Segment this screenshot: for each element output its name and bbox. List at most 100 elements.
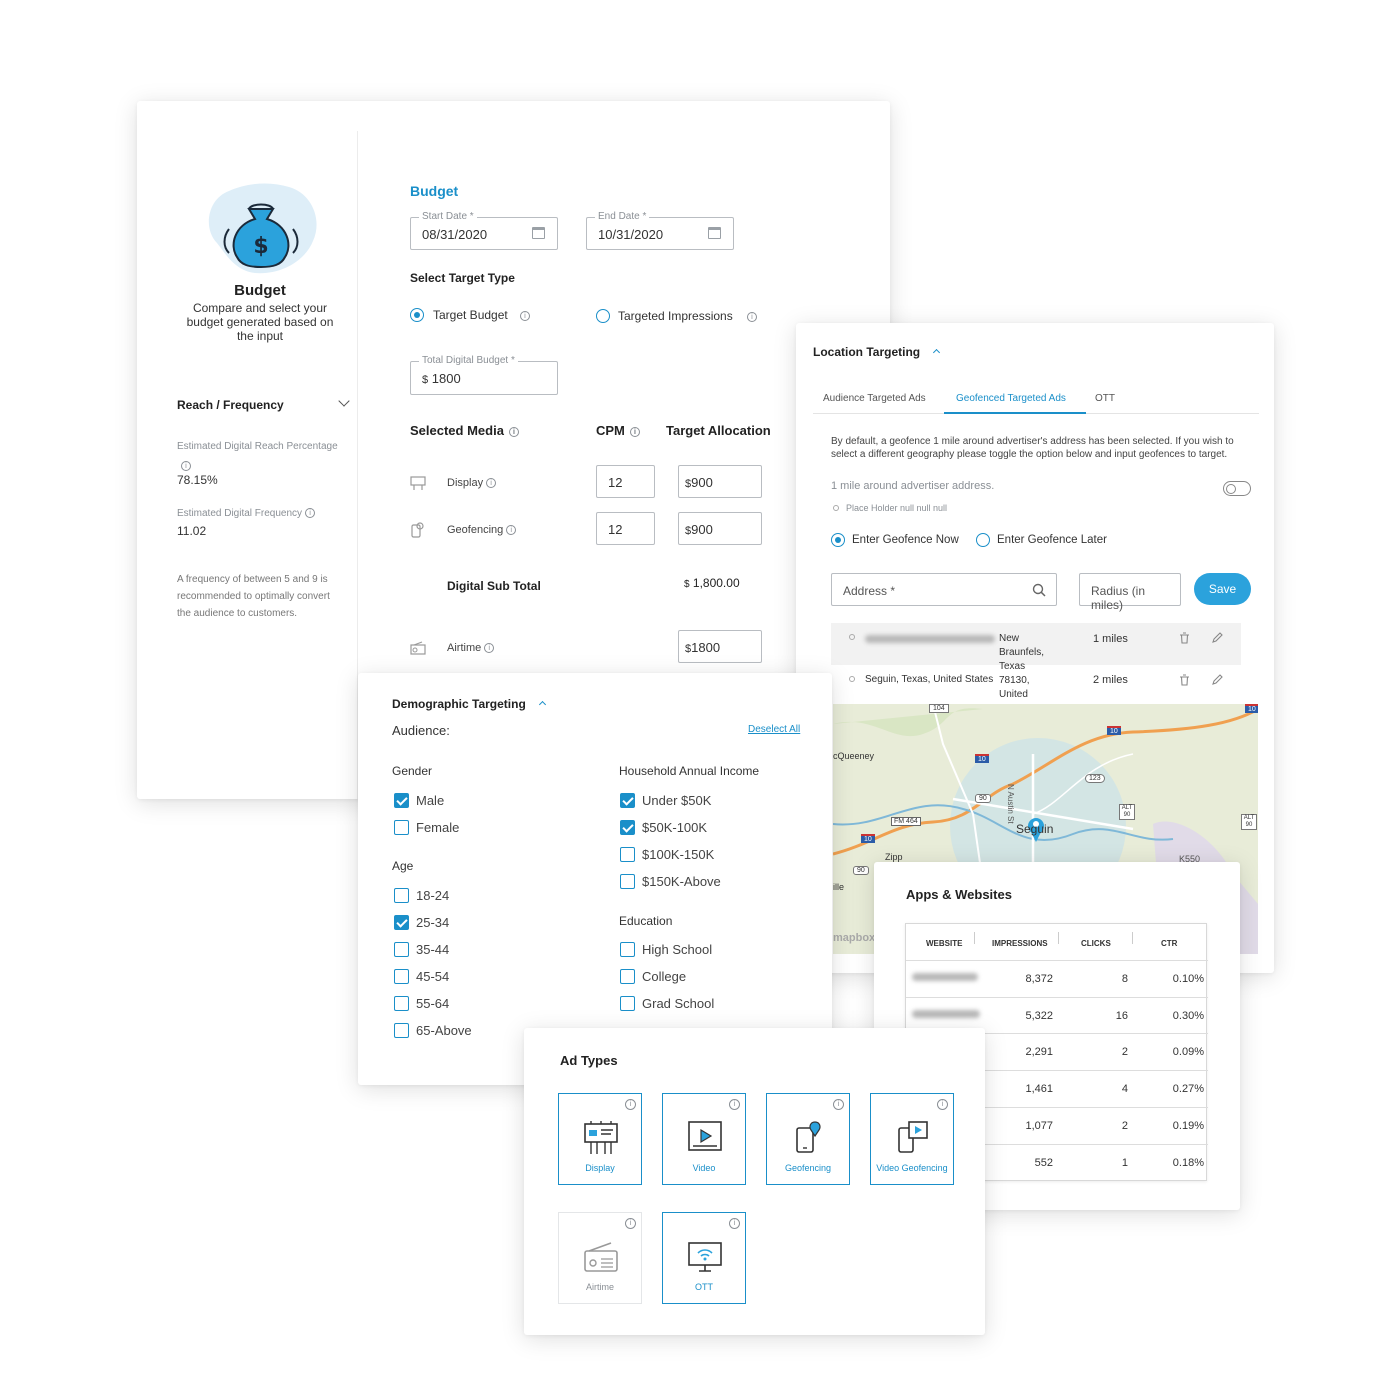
- education-label: Education: [619, 914, 673, 928]
- airtime-label-text: Airtime: [447, 642, 482, 654]
- reach-frequency-toggle[interactable]: Reach / Frequency: [177, 395, 352, 414]
- ad-type-video[interactable]: i Video: [662, 1093, 746, 1185]
- income-option[interactable]: $50K-100K: [620, 820, 800, 837]
- pencil-icon[interactable]: [1211, 632, 1223, 644]
- search-icon[interactable]: [1032, 583, 1046, 597]
- education-option[interactable]: High School: [620, 942, 800, 959]
- enter-now-option[interactable]: Enter Geofence Now: [831, 533, 971, 549]
- tab-geofenced-targeted-ads[interactable]: Geofenced Targeted Ads: [956, 393, 1066, 404]
- targeted-impressions-radio[interactable]: [596, 309, 610, 323]
- map-shield: 123: [1085, 774, 1105, 783]
- location-tabs: Audience Targeted Ads Geofenced Targeted…: [813, 386, 1259, 414]
- trash-icon[interactable]: [1179, 632, 1190, 644]
- age-checkbox[interactable]: [394, 915, 409, 930]
- enter-later-option[interactable]: Enter Geofence Later: [976, 533, 1126, 549]
- calendar-icon[interactable]: [708, 227, 721, 239]
- ad-type-display[interactable]: i Display: [558, 1093, 642, 1185]
- income-option[interactable]: $100K-150K: [620, 847, 800, 864]
- display-allocation-input[interactable]: $900: [678, 465, 762, 498]
- education-checkbox[interactable]: [620, 969, 635, 984]
- income-checkbox[interactable]: [620, 847, 635, 862]
- map-shield: 10: [1245, 704, 1258, 713]
- demographic-header[interactable]: Demographic Targeting: [392, 697, 546, 711]
- cell-impressions: 2,291: [1025, 1046, 1053, 1059]
- education-checkbox[interactable]: [620, 996, 635, 1011]
- end-date-field[interactable]: End Date * 10/31/2020: [586, 211, 734, 250]
- location-pin-icon: [849, 634, 855, 640]
- age-label: 65-Above: [416, 1023, 472, 1038]
- total-budget-field[interactable]: Total Digital Budget * $ 1800: [410, 355, 558, 395]
- age-checkbox[interactable]: [394, 969, 409, 984]
- info-icon[interactable]: i: [729, 1218, 740, 1229]
- age-option[interactable]: 45-54: [394, 969, 574, 986]
- age-checkbox[interactable]: [394, 1023, 409, 1038]
- location-targeting-header[interactable]: Location Targeting: [813, 345, 941, 359]
- ad-type-airtime[interactable]: i Airtime: [558, 1212, 642, 1304]
- geofencing-allocation-input[interactable]: $900: [678, 512, 762, 545]
- enter-now-label: Enter Geofence Now: [852, 534, 959, 546]
- radius-input[interactable]: Radius (in miles): [1079, 573, 1181, 612]
- address-input[interactable]: Address *: [831, 573, 1057, 606]
- tab-audience-targeted-ads[interactable]: Audience Targeted Ads: [823, 393, 926, 404]
- start-date-field[interactable]: Start Date * 08/31/2020: [410, 211, 558, 250]
- geofencing-cpm-input[interactable]: 12: [596, 512, 655, 545]
- info-icon[interactable]: i: [833, 1099, 844, 1110]
- cell-ctr: 0.18%: [1172, 1156, 1204, 1169]
- enter-now-radio[interactable]: [831, 533, 845, 547]
- info-icon[interactable]: i: [937, 1099, 948, 1110]
- ad-type-video-geofencing[interactable]: i Video Geofencing: [870, 1093, 954, 1185]
- gender-option[interactable]: Male: [394, 793, 574, 810]
- location-title: Location Targeting: [813, 345, 921, 359]
- airtime-allocation-input[interactable]: $1800: [678, 630, 762, 663]
- default-geofence-toggle[interactable]: [1223, 481, 1251, 496]
- info-icon[interactable]: i: [625, 1218, 636, 1229]
- deselect-all-link[interactable]: Deselect All: [748, 724, 800, 735]
- header-divider: [1132, 932, 1133, 944]
- geofencing-cpm-value: 12: [608, 522, 623, 537]
- income-option[interactable]: $150K-Above: [620, 874, 800, 891]
- enter-later-radio[interactable]: [976, 533, 990, 547]
- selected-media-label: Selected Media: [410, 423, 504, 438]
- age-option[interactable]: 55-64: [394, 996, 574, 1013]
- education-option[interactable]: Grad School: [620, 996, 800, 1013]
- redacted-website: [912, 973, 978, 981]
- ad-type-ott[interactable]: i OTT: [662, 1212, 746, 1304]
- age-option[interactable]: 35-44: [394, 942, 574, 959]
- info-icon[interactable]: i: [625, 1099, 636, 1110]
- income-checkbox[interactable]: [620, 820, 635, 835]
- info-icon[interactable]: i: [729, 1099, 740, 1110]
- gender-checkbox[interactable]: [394, 820, 409, 835]
- age-checkbox[interactable]: [394, 942, 409, 957]
- age-checkbox[interactable]: [394, 996, 409, 1011]
- save-button[interactable]: Save: [1194, 573, 1251, 605]
- map-label-fm464: FM 464: [891, 817, 921, 826]
- pencil-icon[interactable]: [1211, 674, 1223, 686]
- age-option[interactable]: 25-34: [394, 915, 574, 932]
- education-option[interactable]: College: [620, 969, 800, 986]
- cpm-label: CPM: [596, 423, 625, 438]
- age-option[interactable]: 18-24: [394, 888, 574, 905]
- targeted-impressions-option[interactable]: Targeted Impressions i: [596, 308, 776, 326]
- age-checkbox[interactable]: [394, 888, 409, 903]
- income-checkbox[interactable]: [620, 793, 635, 808]
- radius-placeholder: Radius (in miles): [1091, 584, 1146, 612]
- placeholder-text: Place Holder null null null: [846, 503, 948, 513]
- income-checkbox[interactable]: [620, 874, 635, 889]
- cell-impressions: 5,322: [1025, 1009, 1053, 1022]
- gender-label: Female: [416, 820, 460, 835]
- geofence-description: By default, a geofence 1 mile around adv…: [831, 436, 1234, 460]
- cell-clicks: 1: [1121, 1156, 1128, 1169]
- tab-ott[interactable]: OTT: [1095, 393, 1115, 404]
- target-budget-option[interactable]: Target Budget i: [410, 307, 570, 325]
- calendar-icon[interactable]: [532, 227, 545, 239]
- cell-impressions: 1,461: [1025, 1083, 1053, 1096]
- target-budget-radio[interactable]: [410, 308, 424, 322]
- education-checkbox[interactable]: [620, 942, 635, 957]
- gender-option[interactable]: Female: [394, 820, 574, 837]
- display-cpm-input[interactable]: 12: [596, 465, 655, 498]
- income-option[interactable]: Under $50K: [620, 793, 800, 810]
- trash-icon[interactable]: [1179, 674, 1190, 686]
- target-type-label: Select Target Type: [410, 271, 515, 285]
- gender-checkbox[interactable]: [394, 793, 409, 808]
- ad-type-geofencing[interactable]: i Geofencing: [766, 1093, 850, 1185]
